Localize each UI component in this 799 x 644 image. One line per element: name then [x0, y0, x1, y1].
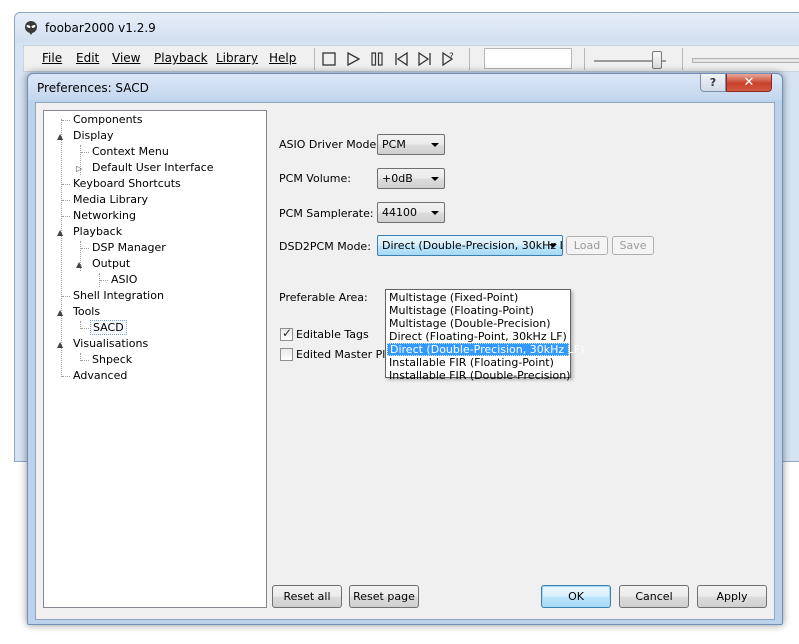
dsd2pcm-mode-label: DSD2PCM Mode: [279, 240, 371, 253]
tree-item-keyboard-shortcuts[interactable]: Keyboard Shortcuts [71, 176, 183, 192]
tree-line [62, 200, 70, 201]
tree-line [81, 328, 89, 329]
previous-icon[interactable] [392, 50, 410, 68]
tree-item-playback[interactable]: Playback [71, 224, 124, 240]
menu-library[interactable]: Library [216, 51, 258, 65]
load-button[interactable]: Load [566, 236, 608, 255]
preferences-titlebar[interactable]: Preferences: SACD [28, 74, 782, 100]
menu-view[interactable]: View [112, 51, 140, 65]
stop-icon[interactable] [320, 50, 338, 68]
editable-tags-label: Editable Tags [296, 328, 369, 341]
main-menubar: File Edit View Playback Library Help ? [23, 45, 799, 72]
ok-button[interactable]: OK [541, 585, 611, 608]
chevron-down-icon [431, 211, 439, 215]
tree-item-components[interactable]: Components [71, 112, 145, 128]
menu-help[interactable]: Help [269, 51, 296, 65]
toolbar-separator [314, 48, 315, 70]
tree-line [62, 120, 70, 121]
dsd2pcm-option[interactable]: Multistage (Floating-Point) [387, 304, 569, 317]
asio-driver-mode-label: ASIO Driver Mode: [279, 138, 380, 151]
tree-expander-tools[interactable]: ▲ [57, 308, 63, 317]
checkmark-icon: ✓ [282, 326, 293, 340]
toolbar-separator [682, 48, 683, 70]
reset-page-button[interactable]: Reset page [349, 585, 419, 608]
pause-icon[interactable] [368, 50, 386, 68]
tree-item-networking[interactable]: Networking [71, 208, 138, 224]
preferences-tree[interactable]: Components ▲ Display Context Menu ▷ Defa… [43, 110, 267, 608]
menu-playback[interactable]: Playback [154, 51, 208, 65]
tree-item-visualisations[interactable]: Visualisations [71, 336, 150, 352]
main-titlebar[interactable]: foobar2000 v1.2.9 [15, 13, 799, 43]
tree-line [62, 184, 70, 185]
dsd2pcm-option[interactable]: Multistage (Fixed-Point) [387, 291, 569, 304]
preferable-area-label: Preferable Area: [279, 291, 368, 304]
tree-expander-visualisations[interactable]: ▲ [57, 340, 63, 349]
preferences-dialog: Preferences: SACD ? ✕ Components ▲ Displ… [27, 73, 783, 625]
toolbar-separator [469, 48, 470, 70]
main-window-title: foobar2000 v1.2.9 [45, 21, 156, 35]
cancel-button[interactable]: Cancel [619, 585, 689, 608]
tree-line [61, 119, 62, 377]
play-icon[interactable] [344, 50, 362, 68]
reset-all-button[interactable]: Reset all [272, 585, 342, 608]
dsd2pcm-mode-select[interactable]: Direct (Double-Precision, 30kHz LF [377, 235, 563, 256]
tree-item-context-menu[interactable]: Context Menu [90, 144, 171, 160]
preferences-client-area: Components ▲ Display Context Menu ▷ Defa… [35, 102, 775, 620]
editable-tags-checkbox[interactable]: ✓ [280, 326, 293, 341]
apply-button[interactable]: Apply [697, 585, 767, 608]
chevron-down-icon [431, 143, 439, 147]
tree-expander-playback[interactable]: ▲ [57, 228, 63, 237]
volume-slider-thumb[interactable] [652, 51, 662, 69]
menu-edit[interactable]: Edit [76, 51, 99, 65]
tree-item-advanced[interactable]: Advanced [71, 368, 129, 384]
chevron-down-icon [431, 177, 439, 181]
pcm-volume-select[interactable]: +0dB [377, 168, 445, 189]
close-button[interactable]: ✕ [726, 74, 772, 92]
dsd2pcm-option[interactable]: Direct (Floating-Point, 30kHz LF) [387, 330, 569, 343]
seekbar[interactable] [692, 58, 799, 63]
help-button[interactable]: ? [700, 74, 726, 92]
tree-line [81, 248, 89, 249]
tree-item-sacd[interactable]: SACD [90, 320, 127, 336]
tree-line [81, 360, 89, 361]
dsd2pcm-option[interactable]: Installable FIR (Double-Precision) [387, 369, 570, 382]
menu-file[interactable]: File [42, 51, 62, 65]
dsd2pcm-option[interactable]: Installable FIR (Floating-Point) [387, 356, 569, 369]
tree-item-asio[interactable]: ASIO [109, 272, 139, 288]
tree-item-tools[interactable]: Tools [71, 304, 102, 320]
tree-item-default-user-interface[interactable]: Default User Interface [90, 160, 216, 176]
pcm-volume-label: PCM Volume: [279, 172, 351, 185]
preferences-title: Preferences: SACD [37, 81, 149, 95]
edited-master-playback-checkbox[interactable] [280, 348, 293, 361]
dsd2pcm-option[interactable]: Multistage (Double-Precision) [387, 317, 569, 330]
foobar-alien-icon [25, 21, 37, 35]
tree-line [62, 216, 70, 217]
tree-line [100, 280, 108, 281]
save-button[interactable]: Save [612, 236, 654, 255]
chevron-down-icon [549, 244, 557, 248]
asio-driver-mode-select[interactable]: PCM [377, 134, 445, 155]
toolbar-order-field[interactable] [484, 48, 572, 69]
tree-item-display[interactable]: Display [71, 128, 116, 144]
svg-text:?: ? [449, 52, 454, 62]
tree-expander-default-ui[interactable]: ▷ [76, 164, 82, 173]
tree-item-dsp-manager[interactable]: DSP Manager [90, 240, 168, 256]
pcm-samplerate-select[interactable]: 44100 [377, 202, 445, 223]
random-icon[interactable]: ? [440, 50, 458, 68]
tree-expander-output[interactable]: ▲ [76, 260, 82, 269]
toolbar-separator [584, 48, 585, 70]
tree-item-shell-integration[interactable]: Shell Integration [71, 288, 166, 304]
tree-item-output[interactable]: Output [90, 256, 132, 272]
dsd2pcm-mode-dropdown-list: Multistage (Fixed-Point) Multistage (Flo… [385, 289, 584, 382]
tree-line [62, 376, 70, 377]
tree-item-media-library[interactable]: Media Library [71, 192, 150, 208]
tree-expander-display[interactable]: ▲ [57, 132, 63, 141]
tree-line [81, 152, 89, 153]
pcm-samplerate-label: PCM Samplerate: [279, 207, 374, 220]
next-icon[interactable] [416, 50, 434, 68]
dsd2pcm-option-selected[interactable]: Direct (Double-Precision, 30kHz LF) [387, 343, 584, 356]
tree-line [62, 296, 70, 297]
tree-item-shpeck[interactable]: Shpeck [90, 352, 134, 368]
